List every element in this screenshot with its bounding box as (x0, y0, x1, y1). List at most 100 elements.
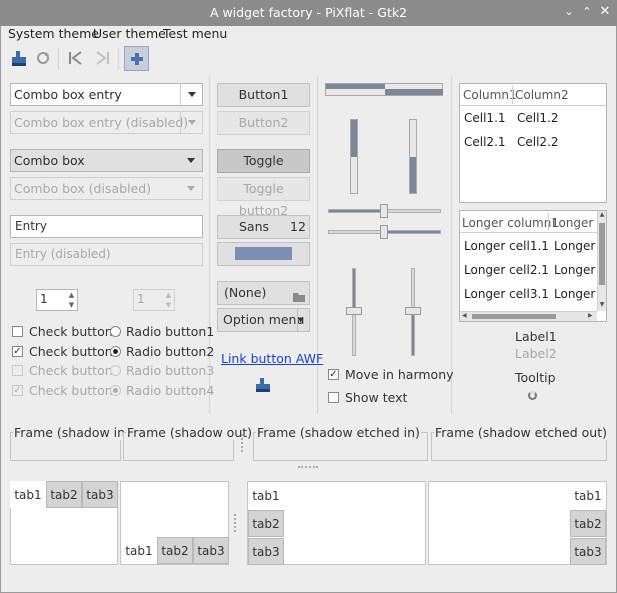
tab-tab2[interactable]: tab2 (570, 510, 606, 537)
scale-handle[interactable] (380, 204, 388, 218)
scroll-up-icon[interactable]: ▲ (598, 211, 606, 219)
tooltip-label[interactable]: Tooltip (515, 370, 556, 385)
button2: Button2 (217, 111, 310, 135)
table-cell[interactable]: Longer cell1.1 (464, 239, 549, 253)
scale-handle[interactable] (346, 307, 362, 315)
close-icon[interactable]: ✕ (597, 3, 613, 21)
tab-tab3[interactable]: tab3 (82, 481, 118, 508)
pane-handle[interactable] (241, 434, 243, 452)
header-divider (548, 213, 549, 231)
toolbar-separator (118, 48, 119, 70)
pane-handle[interactable] (234, 514, 236, 532)
tab-tab2[interactable]: tab2 (46, 481, 82, 508)
radio-button1-label: Radio button1 (126, 324, 215, 339)
home-icon[interactable] (8, 47, 30, 69)
check-button2[interactable]: ✓ (12, 346, 23, 357)
scroll-left-icon[interactable]: ◀ (462, 312, 467, 319)
scrollbar-thumb[interactable] (599, 223, 605, 285)
label2: Label2 (515, 346, 557, 361)
refresh-icon[interactable] (32, 47, 54, 69)
label1: Label1 (515, 329, 557, 344)
tab-tab3[interactable]: tab3 (570, 538, 606, 565)
option-menu-label: Option menu (223, 312, 305, 327)
column-header[interactable]: Longer c (552, 216, 604, 230)
table-cell[interactable]: Longer cell3.1 (464, 287, 549, 301)
option-menu[interactable]: Option menu ▼ (217, 308, 310, 332)
add-icon[interactable] (124, 46, 149, 71)
spin-arrows-icon[interactable]: ▲ ▼ (66, 290, 77, 310)
move-in-harmony-check[interactable]: ✓ (328, 369, 339, 380)
color-button[interactable] (217, 242, 310, 266)
entry-field[interactable]: Entry (10, 215, 203, 238)
scrollbar-thumb[interactable] (472, 314, 556, 319)
file-chooser-button[interactable]: (None) (217, 281, 310, 305)
combo-box-text: Combo box (14, 153, 85, 168)
vertical-progress-bar (409, 119, 417, 194)
toolbar-separator (58, 48, 59, 70)
radio-button4 (110, 385, 121, 396)
menu-user-theme[interactable]: User theme (93, 26, 166, 41)
chevron-down-icon[interactable] (180, 84, 202, 105)
minimize-icon[interactable]: ⌄ (561, 3, 577, 21)
show-text-check[interactable] (328, 392, 339, 403)
font-button[interactable]: Sans 12 (217, 215, 310, 239)
vertical-scrollbar[interactable]: ▲ ▼ (597, 211, 606, 311)
table-cell[interactable]: Cell2.2 (517, 135, 559, 149)
scale-handle[interactable] (405, 307, 421, 315)
combo-box-disabled-text: Combo box (disabled) (14, 181, 152, 196)
progress-fill (351, 120, 357, 157)
combo-box[interactable]: Combo box (10, 149, 203, 172)
button1[interactable]: Button1 (217, 83, 310, 107)
combo-box-entry[interactable]: Combo box entry (10, 83, 203, 106)
tab-tab3[interactable]: tab3 (193, 537, 229, 564)
pane-handle[interactable] (298, 466, 318, 468)
horizontal-scrollbar[interactable]: ◀ ▶ (460, 311, 597, 321)
window-title: A widget factory - PiXflat - Gtk2 (209, 5, 408, 20)
scroll-right-icon[interactable]: ▶ (588, 312, 593, 319)
radio-button2[interactable] (110, 346, 121, 357)
show-text-label: Show text (345, 390, 408, 405)
toggle-button1[interactable]: Toggle button1 (217, 149, 310, 190)
chevron-down-icon (180, 112, 202, 133)
menu-test-menu[interactable]: Test menu (163, 26, 227, 41)
maximize-icon[interactable]: ⌃ (579, 3, 595, 21)
spin-button-disabled-value: 1 (137, 292, 145, 306)
tab-tab1[interactable]: tab1 (570, 482, 606, 509)
check-button2-label: Check button2 (29, 344, 121, 359)
progress-fill (410, 157, 416, 193)
table-cell[interactable]: Cell1.2 (517, 111, 559, 125)
column-header[interactable]: Column1 (463, 88, 517, 102)
tab-tab1[interactable]: tab1 (248, 482, 284, 509)
font-size: 12 (290, 219, 306, 234)
progress-fill (326, 84, 385, 89)
scroll-down-icon[interactable]: ▼ (598, 301, 606, 308)
frame-label: Frame (shadow etched out) (434, 425, 609, 440)
tab-tab1[interactable]: tab1 (121, 537, 157, 564)
column-header[interactable]: Column2 (515, 88, 569, 102)
check-button1[interactable] (12, 326, 23, 337)
tab-tab3[interactable]: tab3 (248, 538, 284, 565)
scale-fill (412, 313, 414, 355)
radio-button2-label: Radio button2 (126, 344, 215, 359)
tab-tab1[interactable]: tab1 (10, 481, 46, 508)
scale-handle[interactable] (380, 225, 388, 239)
radio-button1[interactable] (110, 326, 121, 337)
link-button[interactable]: Link button AWF (221, 351, 323, 366)
tree-view[interactable]: Column1 Column2 Cell1.1 Cell1.2 Cell2.1 … (459, 83, 607, 203)
frame-label: Frame (shadow in) (13, 425, 131, 440)
font-name: Sans (239, 219, 270, 234)
table-cell[interactable]: Longer cell2.1 (464, 263, 549, 277)
tab-tab2[interactable]: tab2 (157, 537, 193, 564)
menu-system-theme[interactable]: System theme (8, 26, 99, 41)
column-header[interactable]: Longer column1 (462, 216, 559, 230)
goto-first-icon[interactable] (65, 47, 87, 69)
table-cell[interactable]: Cell2.1 (464, 135, 506, 149)
move-in-harmony-label: Move in harmony (345, 367, 454, 382)
home-icon[interactable] (254, 376, 272, 397)
tab-tab2[interactable]: tab2 (248, 510, 284, 537)
folder-icon (293, 287, 305, 309)
goto-last-icon (91, 47, 113, 69)
table-cell[interactable]: Cell1.1 (464, 111, 506, 125)
tree-view-scrolled[interactable]: Longer column1 Longer c Longer cell1.1 L… (459, 210, 607, 322)
radio-button3 (110, 365, 121, 376)
